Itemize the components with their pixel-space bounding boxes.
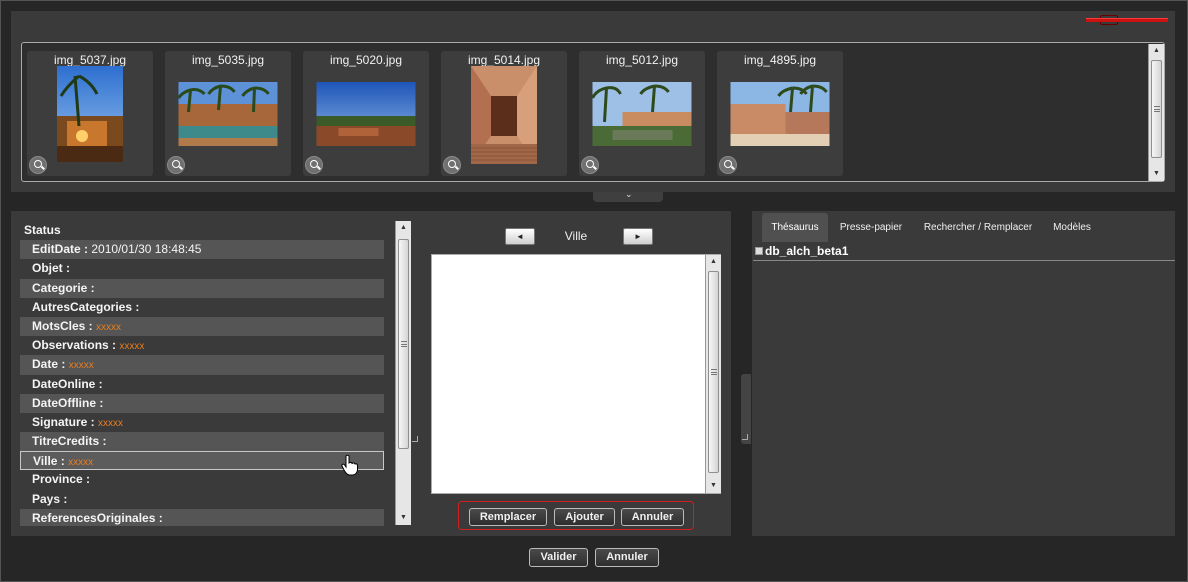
next-field-button[interactable]: ► (623, 228, 653, 245)
value-editor-textarea[interactable]: ▲ ▼ (431, 254, 721, 494)
thumbnail-filename: img_5012.jpg (605, 53, 679, 67)
zoom-icon[interactable] (167, 156, 185, 174)
zoom-icon[interactable] (29, 156, 47, 174)
thumbnail-scrollbar[interactable]: ▲ ▼ (1148, 44, 1164, 181)
field-row[interactable]: Signature : xxxxx (20, 413, 384, 432)
tab-templates[interactable]: Modèles (1044, 213, 1100, 242)
thumbnail-strip: img_5037.jpg img_5035.jpg img_5020.jpg i… (21, 42, 1165, 182)
thumbnail-card[interactable]: img_5014.jpg (441, 51, 567, 176)
zoom-icon[interactable] (581, 156, 599, 174)
field-row[interactable]: EditDate : 2010/01/30 18:48:45 (20, 240, 384, 260)
zoom-icon[interactable] (719, 156, 737, 174)
tab-thesaurus[interactable]: Thésaurus (762, 213, 828, 242)
scroll-up-arrow-icon[interactable]: ▲ (396, 221, 411, 235)
editor-action-group: Remplacer Ajouter Annuler (458, 501, 694, 530)
thumbnail-image (57, 66, 123, 162)
field-row[interactable]: Observations : xxxxx (20, 336, 384, 355)
hand-pointer-icon (341, 454, 358, 476)
thumbnail-image (730, 82, 830, 146)
thumbnail-image (316, 82, 416, 146)
scroll-down-arrow-icon[interactable]: ▼ (706, 479, 721, 493)
current-field-label: Ville (564, 229, 588, 243)
chevron-down-icon: ⌄ (625, 189, 633, 199)
field-row[interactable]: ReferencesOriginales : (20, 508, 384, 526)
field-row[interactable]: Date : xxxxx (20, 355, 384, 375)
validate-button[interactable]: Valider (529, 548, 588, 567)
field-row[interactable]: MotsCles : xxxxx (20, 316, 384, 337)
thumbnail-card[interactable]: img_5037.jpg (27, 51, 153, 176)
field-list-scrollbar[interactable]: ▲ ▼ (395, 221, 411, 525)
thumbnail-card[interactable]: img_4895.jpg (717, 51, 843, 176)
field-row[interactable]: Pays : (20, 490, 384, 509)
thumbnail-image (471, 66, 537, 164)
close-bar-button[interactable] (1086, 18, 1168, 22)
field-row[interactable]: Objet : (20, 259, 384, 278)
scroll-down-arrow-icon[interactable]: ▼ (1149, 167, 1164, 181)
add-button[interactable]: Ajouter (554, 508, 615, 526)
cancel-edit-button[interactable]: Annuler (621, 508, 684, 526)
thumbnail-image (178, 82, 278, 146)
field-row[interactable]: AutresCategories : (20, 298, 384, 317)
thumbnail-filename: img_4895.jpg (743, 53, 817, 67)
thumbnail-card[interactable]: img_5035.jpg (165, 51, 291, 176)
field-row[interactable]: DateOnline : (20, 375, 384, 394)
field-row[interactable]: Categorie : (20, 278, 384, 298)
scroll-thumb[interactable] (398, 239, 409, 449)
replace-button[interactable]: Remplacer (469, 508, 547, 526)
collapse-toggle[interactable]: ⌄ (593, 189, 663, 202)
tree-root-item[interactable]: db_alch_beta1 (765, 244, 848, 258)
field-row[interactable]: TitreCredits : (20, 432, 384, 452)
tab-search-replace[interactable]: Rechercher / Remplacer (914, 213, 1042, 242)
editor-scrollbar[interactable]: ▲ ▼ (705, 255, 721, 493)
prev-field-button[interactable]: ◄ (505, 228, 535, 245)
thesaurus-tree: db_alch_beta1 (753, 242, 1175, 261)
zoom-icon[interactable] (305, 156, 323, 174)
scroll-thumb[interactable] (1151, 60, 1162, 158)
scroll-down-arrow-icon[interactable]: ▼ (396, 511, 411, 525)
field-navigator: ◄ Ville ► (505, 228, 655, 246)
field-list-header: Status (24, 223, 61, 237)
thumbnail-filename: img_5014.jpg (467, 53, 541, 67)
thumbnail-filename: img_5037.jpg (53, 53, 127, 67)
thumbnail-filename: img_5035.jpg (191, 53, 265, 67)
scroll-thumb[interactable] (708, 271, 719, 473)
scroll-up-arrow-icon[interactable]: ▲ (706, 255, 721, 269)
field-row[interactable]: DateOffline : (20, 393, 384, 413)
resize-handle-icon[interactable] (742, 434, 748, 440)
zoom-icon[interactable] (443, 156, 461, 174)
scroll-up-arrow-icon[interactable]: ▲ (1149, 44, 1164, 58)
field-row[interactable]: Province : (20, 470, 384, 489)
tree-expand-icon[interactable] (755, 247, 763, 255)
field-row-selected[interactable]: Ville : xxxxx (20, 451, 384, 471)
thumbnail-card[interactable]: img_5020.jpg (303, 51, 429, 176)
tab-clipboard[interactable]: Presse-papier (832, 213, 910, 242)
cancel-button[interactable]: Annuler (595, 548, 659, 567)
thumbnail-filename: img_5020.jpg (329, 53, 403, 67)
thumbnail-image (592, 82, 692, 146)
field-list: Status EditDate : 2010/01/30 18:48:45 Ob… (20, 221, 384, 526)
resize-handle-icon[interactable] (412, 436, 418, 442)
thumbnail-card[interactable]: img_5012.jpg (579, 51, 705, 176)
